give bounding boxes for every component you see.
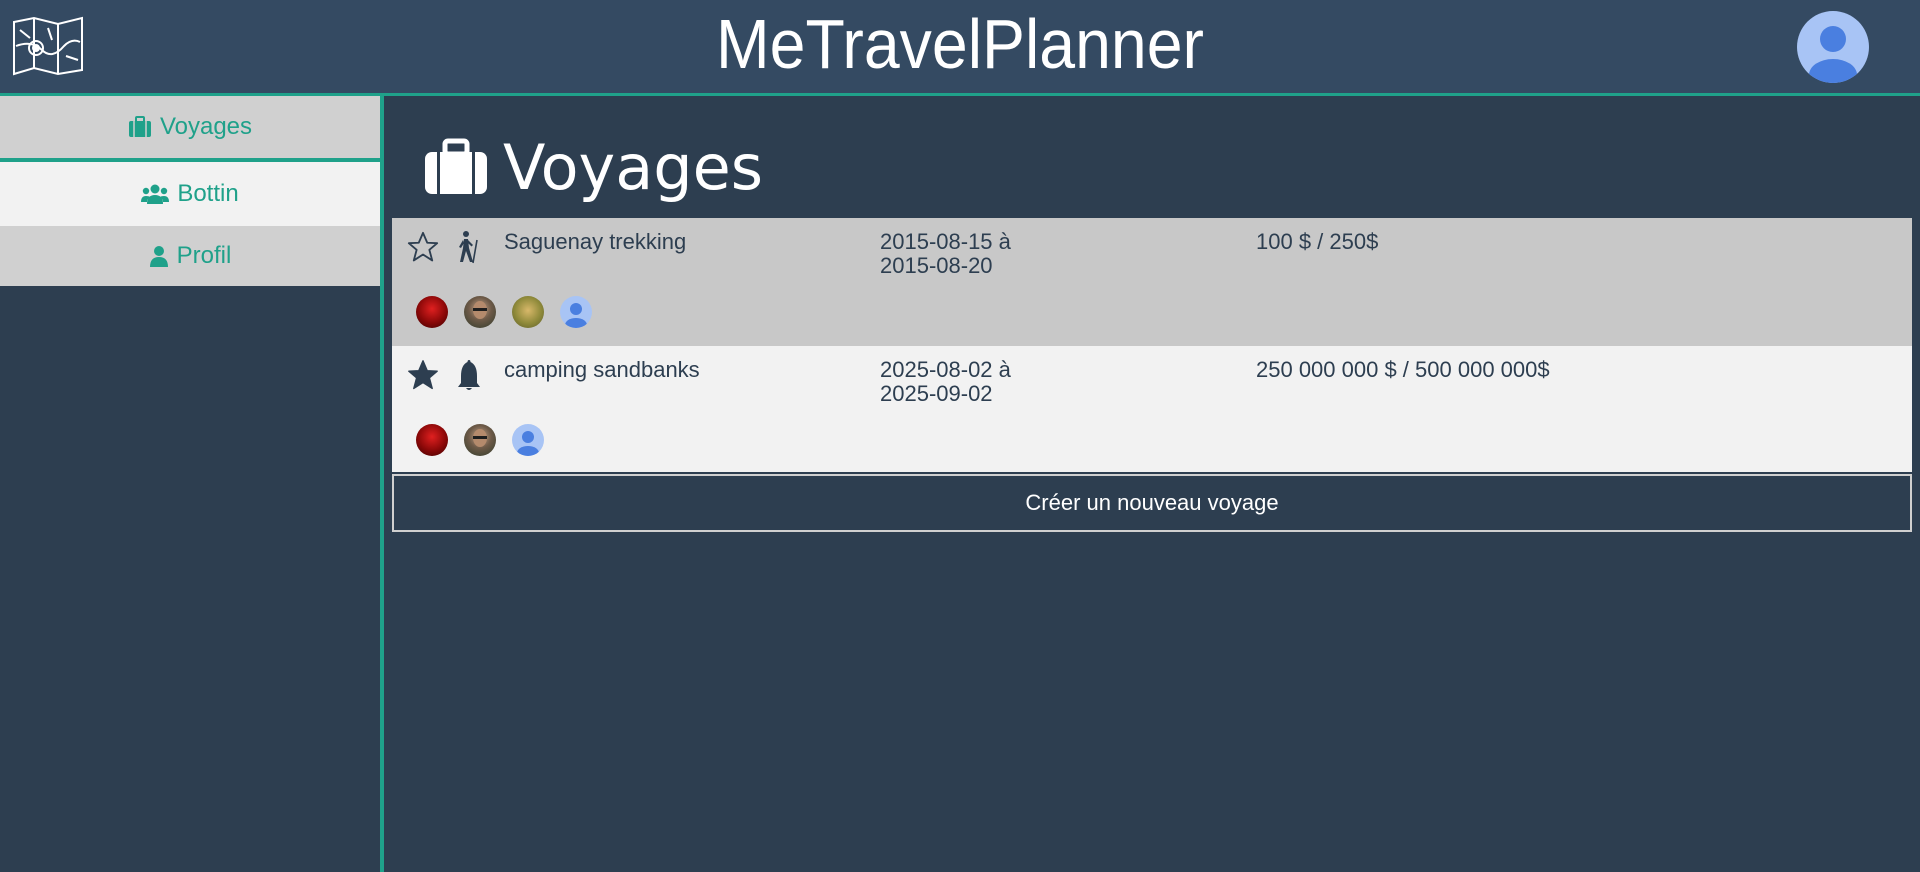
hiking-icon: [459, 231, 478, 264]
sidebar-item-voyages[interactable]: Voyages: [0, 96, 380, 162]
suitcase-icon: [128, 116, 151, 137]
trip-date-end: 2025-09-02: [880, 381, 993, 406]
trip-name[interactable]: Saguenay trekking: [504, 230, 686, 254]
sidebar-item-profil[interactable]: Profil: [0, 226, 380, 286]
star-filled-icon[interactable]: [406, 358, 440, 392]
sidebar-item-label: Profil: [176, 242, 232, 269]
folded-map-icon[interactable]: [12, 16, 84, 76]
member-avatar[interactable]: [416, 424, 448, 456]
page-title-text: Voyages: [503, 130, 764, 204]
suitcase-icon: [425, 138, 487, 194]
member-avatar[interactable]: [416, 296, 448, 328]
trip-members: [416, 296, 608, 328]
top-bar: MeTravelPlanner: [0, 0, 1920, 96]
trip-name[interactable]: camping sandbanks: [504, 358, 700, 382]
sidebar: Voyages Bottin Profil: [0, 96, 384, 872]
trip-date-start: 2015-08-15 à: [880, 229, 1011, 254]
member-avatar[interactable]: [464, 424, 496, 456]
app-title: MeTravelPlanner: [716, 5, 1204, 83]
trip-members: [416, 424, 560, 456]
create-trip-button[interactable]: Créer un nouveau voyage: [392, 474, 1912, 532]
member-avatar[interactable]: [512, 296, 544, 328]
sidebar-item-label: Voyages: [159, 113, 253, 140]
trip-dates: 2015-08-15 à 2015-08-20: [880, 230, 1080, 278]
user-avatar-icon[interactable]: [1797, 11, 1869, 83]
bell-icon: [458, 360, 480, 390]
member-avatar[interactable]: [512, 424, 544, 456]
member-avatar[interactable]: [464, 296, 496, 328]
trip-budget: 250 000 000 $ / 500 000 000$: [1256, 357, 1550, 382]
sidebar-item-bottin[interactable]: Bottin: [0, 162, 380, 226]
trip-budget: 100 $ / 250$: [1256, 229, 1379, 254]
trip-row[interactable]: camping sandbanks 2025-08-02 à 2025-09-0…: [392, 346, 1912, 472]
users-icon: [141, 184, 170, 204]
star-outline-icon[interactable]: [406, 230, 440, 264]
trip-dates: 2025-08-02 à 2025-09-02: [880, 358, 1080, 406]
trip-date-start: 2025-08-02 à: [880, 357, 1011, 382]
page-title: Voyages: [423, 130, 764, 204]
sidebar-item-label: Bottin: [177, 180, 239, 207]
trip-date-end: 2015-08-20: [880, 253, 993, 278]
member-avatar[interactable]: [560, 296, 592, 328]
user-icon: [149, 246, 168, 267]
trip-row[interactable]: Saguenay trekking 2015-08-15 à 2015-08-2…: [392, 218, 1912, 346]
